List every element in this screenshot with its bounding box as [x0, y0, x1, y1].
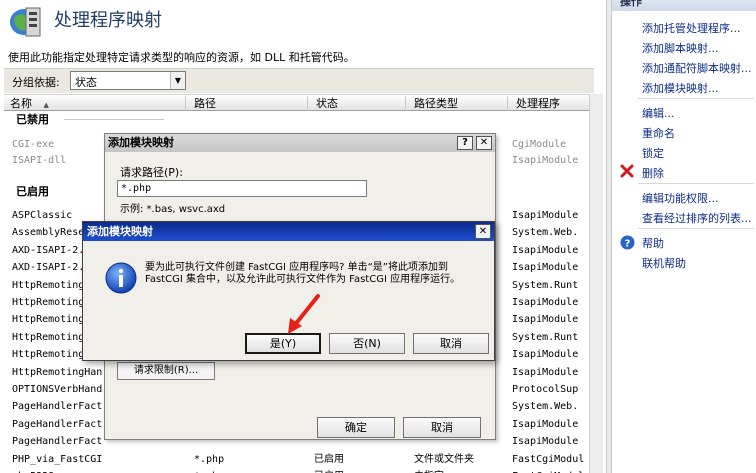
help-button[interactable]: ? [457, 136, 473, 150]
help-icon: ? [620, 235, 635, 250]
request-restrictions-button[interactable]: 请求限制(R)... [117, 362, 215, 380]
column-header-path[interactable]: 路径 [188, 96, 308, 111]
action-separator [638, 98, 754, 99]
cell-handler: IsapiModule [512, 418, 579, 430]
cell-state: 已启用 [314, 453, 344, 465]
cell-name: php5328 [12, 468, 186, 473]
actions-header: 操作 [612, 0, 756, 11]
cell-handler: IsapiModule [512, 436, 579, 448]
column-name-label: 名称 [10, 97, 32, 110]
cell-handler: IsapiModule [512, 210, 579, 221]
cell-state: 已启用 [314, 468, 408, 473]
column-header-path-type[interactable]: 路径类型 [408, 96, 508, 111]
dialog-message: 要为此可执行文件创建 FastCGI 应用程序吗? 单击“是”将此项添加到 Fa… [145, 262, 461, 285]
cell-path-type: 文件或文件夹 [414, 453, 474, 465]
cell-handler: IsapiModule [512, 314, 579, 326]
group-header-disabled: 已禁用 [16, 113, 49, 126]
cell-handler: System.Web. [512, 227, 579, 239]
action-online-help[interactable]: 联机帮助 [642, 255, 686, 271]
dialog-title: 添加模块映射 [108, 136, 174, 149]
cell-handler: IsapiModule [512, 244, 579, 256]
ok-button[interactable]: 确定 [317, 417, 395, 438]
handler-mappings-icon [10, 7, 41, 37]
dialog-title-bar[interactable]: 添加模块映射 ? ✕ [105, 134, 495, 152]
annotation-arrow-icon [288, 294, 320, 334]
cancel-button[interactable]: 取消 [413, 333, 489, 354]
cell-name: PHP_via_FastCGI [12, 453, 103, 465]
cell-path: *.php [194, 468, 312, 473]
cell-handler: FastCgiModul [512, 453, 585, 465]
cell-handler: ProtocolSup [512, 384, 579, 395]
action-add-module-mapping[interactable]: 添加模块映射... [642, 80, 719, 96]
cell-handler: FastCgiModul [512, 468, 589, 473]
request-path-example: 示例: *.bas, wsvc.axd [120, 204, 226, 215]
cell-path-type: 未指定 [414, 468, 510, 473]
action-rename[interactable]: 重命名 [642, 125, 675, 141]
page-description: 使用此功能指定处理特定请求类型的响应的资源，如 DLL 和托管代码。 [8, 51, 355, 64]
action-add-managed-handler[interactable]: 添加托管处理程序... [642, 20, 741, 36]
action-add-wildcard-script-map[interactable]: 添加通配符脚本映射... [642, 60, 752, 76]
no-button[interactable]: 否(N) [329, 333, 405, 354]
action-separator [638, 228, 754, 229]
table-header: 名称 ▲ 路径 状态 路径类型 处理程序 [4, 94, 589, 111]
group-header-enabled: 已启用 [16, 185, 49, 198]
group-by-label: 分组依据: [12, 76, 60, 89]
list-scrollbar[interactable] [589, 94, 603, 473]
table-row[interactable]: PHP_via_FastCGI *.php 已启用 文件或文件夹 FastCgiModu… [4, 451, 589, 468]
cell-handler: System.Runt [512, 279, 579, 291]
cell-path: *.php [194, 453, 225, 465]
group-by-value: 状态 [75, 76, 97, 89]
fastcgi-confirm-dialog: 添加模块映射 ✕ 要为此可执行文件创建 FastCGI 应用程序吗? 单击“是”… [82, 221, 495, 361]
actions-pane: 操作 添加托管处理程序... 添加脚本映射... 添加通配符脚本映射... 添加… [612, 0, 756, 473]
cancel-button[interactable]: 取消 [403, 417, 481, 438]
action-edit-feature-permissions[interactable]: 编辑功能权限... [642, 190, 719, 206]
dialog-title-bar[interactable]: 添加模块映射 ✕ [83, 222, 494, 241]
column-header-name[interactable]: 名称 ▲ [4, 96, 186, 111]
chevron-down-icon[interactable]: ▼ [170, 72, 185, 89]
action-edit[interactable]: 编辑... [642, 105, 675, 121]
cell-handler: IsapiModule [512, 297, 579, 308]
yes-button[interactable]: 是(Y) [245, 333, 321, 354]
page-title: 处理程序映射 [54, 10, 162, 31]
column-header-state[interactable]: 状态 [310, 96, 406, 111]
action-help[interactable]: 帮助 [642, 235, 664, 251]
group-by-select[interactable]: 状态 ▼ [70, 71, 186, 90]
dialog-title: 添加模块映射 [87, 225, 153, 238]
delete-icon [620, 164, 634, 178]
cell-handler: System.Runt [512, 331, 579, 343]
group-divider [64, 119, 164, 120]
action-add-script-map[interactable]: 添加脚本映射... [642, 40, 719, 56]
action-separator [638, 183, 754, 184]
cell-handler: System.Web. [512, 401, 579, 413]
cell-handler: IsapiModule [512, 366, 579, 378]
action-lock[interactable]: 锁定 [642, 145, 664, 161]
sort-ascending-icon: ▲ [43, 101, 49, 109]
info-icon [105, 262, 137, 294]
column-header-handler[interactable]: 处理程序 [510, 96, 589, 111]
action-delete[interactable]: 删除 [642, 165, 664, 181]
action-view-ordered-list[interactable]: 查看经过排序的列表... [642, 210, 752, 226]
table-row[interactable]: php5328 *.php已启用 未指定FastCgiModul [4, 468, 589, 473]
svg-text:?: ? [625, 239, 631, 250]
cell-handler: CgiModule [512, 139, 567, 150]
cell-handler: IsapiModule [512, 262, 579, 274]
request-path-input[interactable]: *.php [117, 180, 367, 197]
request-path-label: 请求路径(P): [120, 166, 183, 179]
close-button[interactable]: ✕ [475, 224, 491, 239]
cell-handler: IsapiModule [512, 349, 579, 361]
close-button[interactable]: ✕ [476, 136, 492, 150]
cell-handler: IsapiModule [512, 155, 579, 166]
